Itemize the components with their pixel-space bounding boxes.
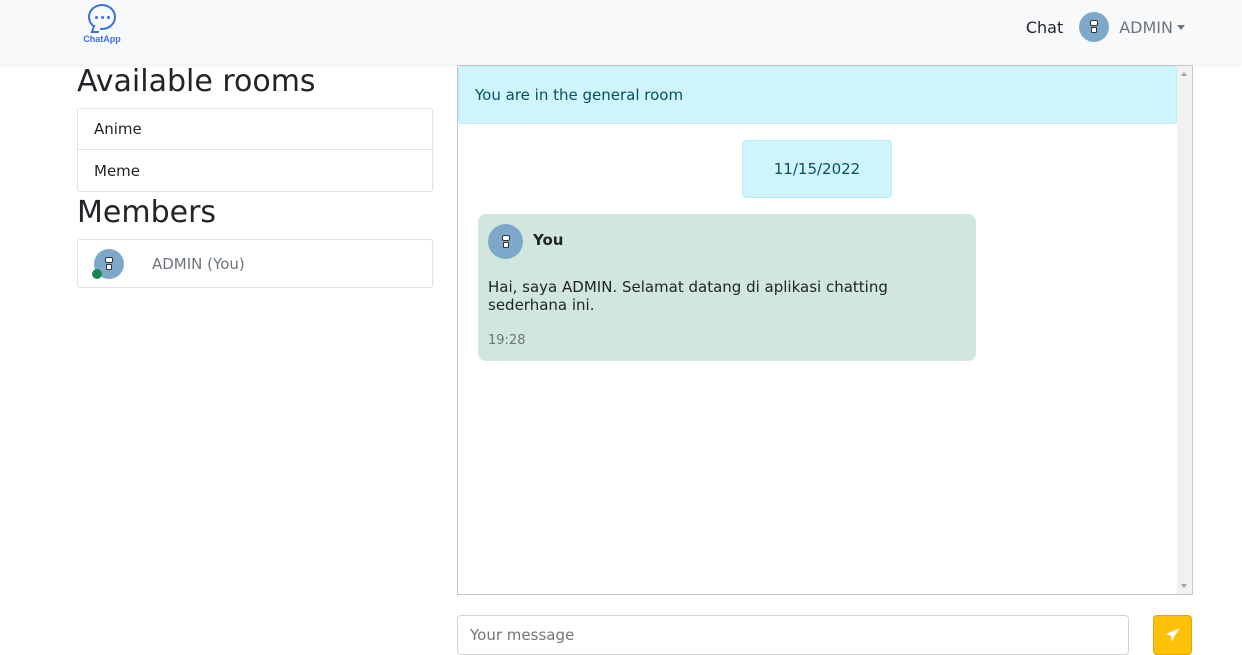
rooms-title: Available rooms bbox=[77, 64, 316, 99]
members-list: ADMIN (You) bbox=[77, 239, 433, 288]
avatar bbox=[1079, 12, 1110, 42]
message-input[interactable] bbox=[457, 615, 1129, 655]
room-item-meme[interactable]: Meme bbox=[78, 150, 432, 191]
logo-text: ChatApp bbox=[83, 34, 121, 44]
chatapp-logo[interactable]: ChatApp bbox=[80, 4, 124, 48]
message-bubble: You Hai, saya ADMIN. Selamat datang di a… bbox=[478, 214, 976, 361]
chat-bubble-icon bbox=[88, 4, 116, 30]
members-title: Members bbox=[77, 195, 217, 230]
robot-avatar-icon bbox=[1089, 20, 1099, 34]
online-status-icon bbox=[92, 268, 102, 279]
nav-right: Chat ADMIN bbox=[1026, 12, 1185, 42]
robot-avatar-icon bbox=[104, 256, 114, 271]
caret-down-icon bbox=[1177, 24, 1185, 30]
avatar bbox=[488, 224, 523, 259]
member-name: ADMIN (You) bbox=[152, 254, 245, 273]
sidebar: Available rooms Anime Meme Members ADMIN… bbox=[77, 64, 433, 288]
message-text: Hai, saya ADMIN. Selamat datang di aplik… bbox=[488, 278, 888, 314]
room-banner: You are in the general room bbox=[458, 66, 1177, 124]
username-label: ADMIN bbox=[1119, 17, 1173, 37]
scroll-up-icon[interactable] bbox=[1181, 72, 1187, 76]
user-menu-toggle[interactable]: ADMIN bbox=[1079, 12, 1185, 42]
date-badge: 11/15/2022 bbox=[742, 140, 892, 198]
send-button[interactable] bbox=[1153, 615, 1192, 655]
rooms-list: Anime Meme bbox=[77, 108, 433, 192]
robot-avatar-icon bbox=[501, 234, 511, 249]
scrollbar[interactable] bbox=[1177, 66, 1192, 594]
member-item: ADMIN (You) bbox=[78, 240, 432, 287]
room-item-anime[interactable]: Anime bbox=[78, 109, 432, 150]
message-header: You bbox=[488, 224, 966, 259]
avatar bbox=[92, 248, 124, 279]
paper-plane-icon bbox=[1165, 628, 1180, 642]
nav-chat-link[interactable]: Chat bbox=[1026, 18, 1063, 37]
message-time: 19:28 bbox=[488, 333, 526, 348]
navbar: ChatApp Chat ADMIN bbox=[0, 0, 1242, 64]
message-sender: You bbox=[533, 230, 564, 249]
chat-window[interactable]: You are in the general room 11/15/2022 Y… bbox=[457, 65, 1193, 595]
scroll-down-icon[interactable] bbox=[1181, 584, 1187, 588]
